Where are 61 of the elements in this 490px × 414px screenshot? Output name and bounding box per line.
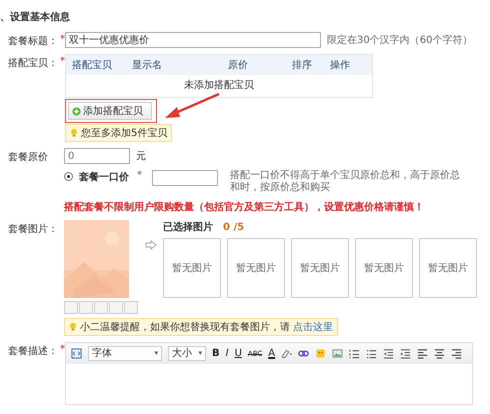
outdent-icon[interactable]	[383, 348, 394, 359]
text-color-button[interactable]: A	[268, 348, 276, 359]
italic-button[interactable]: I	[226, 348, 229, 359]
section-title: 、设置基本信息	[0, 10, 71, 24]
image-icon[interactable]	[332, 348, 344, 359]
image-slot[interactable]: 暂无图片	[291, 238, 349, 298]
image-slot[interactable]: 暂无图片	[355, 238, 413, 298]
emoji-icon[interactable]	[315, 348, 326, 359]
bold-button[interactable]: B	[212, 348, 220, 359]
align-center-icon[interactable]	[434, 348, 446, 359]
field-label: 套餐图片：	[8, 222, 58, 236]
tip-text: 小二温馨提醒，如果你想替换现有套餐图片，请 点击这里	[80, 320, 334, 334]
hint-text: 搭配一口价不得高于单个宝贝原价总和，高于原价总和时，按原价总和购买	[230, 170, 461, 194]
warning-text: 搭配套餐不限制用户限购数量（包括官方及第三方工具），设置优惠价格请谨慎！	[64, 200, 424, 214]
highlighter-icon[interactable]	[281, 348, 292, 359]
empty-text: 未添加搭配宝贝	[184, 80, 254, 91]
hint-text: 限定在30个汉字内（60个字符）	[327, 34, 472, 47]
align-right-icon[interactable]	[451, 348, 462, 359]
column-header: 操作	[330, 59, 350, 72]
arrow-icon	[145, 240, 157, 250]
column-header: 显示名	[132, 59, 163, 72]
field-label: 套餐一口价	[79, 170, 129, 184]
column-header: 排序	[292, 58, 313, 72]
title-field[interactable]: 双十一优惠优惠价	[65, 32, 321, 48]
tip-text: 您至多添加5件宝贝	[81, 126, 168, 140]
add-product-button[interactable]: 添加搭配宝贝	[68, 102, 152, 120]
align-left-icon[interactable]	[417, 348, 428, 359]
plus-icon	[72, 106, 81, 116]
radio-button[interactable]	[64, 172, 73, 181]
image-slot[interactable]: 暂无图片	[163, 238, 221, 298]
source-code-icon[interactable]	[71, 348, 82, 359]
field-label: 套餐标题：	[8, 34, 58, 48]
unit-text: 元	[136, 150, 146, 163]
thumbnail-slot[interactable]	[124, 301, 138, 314]
field-label: 搭配宝贝：	[8, 56, 58, 70]
underline-button[interactable]: U	[234, 348, 242, 359]
required-mark: *	[60, 344, 65, 355]
price-field[interactable]: 0	[64, 148, 130, 164]
required-mark: *	[60, 34, 65, 45]
lightbulb-icon	[69, 322, 77, 332]
column-header: 原价	[228, 59, 249, 72]
column-header: 搭配宝贝	[72, 58, 113, 72]
click-here-link[interactable]: 点击这里	[293, 322, 334, 333]
required-mark: *	[137, 170, 142, 181]
field-label: 套餐原价	[8, 150, 49, 164]
thumbnail-slot[interactable]	[79, 301, 93, 314]
image-slot[interactable]: 暂无图片	[227, 238, 285, 298]
thumbnail-slot[interactable]	[64, 301, 78, 314]
thumbnail-slot[interactable]	[109, 301, 123, 314]
image-slot[interactable]: 暂无图片	[419, 238, 477, 298]
selected-images-label: 已选择图片	[163, 220, 213, 234]
thumbnail-slot[interactable]	[94, 301, 108, 314]
lightbulb-icon	[70, 128, 78, 138]
image-count: 0 /5	[223, 222, 244, 232]
bullet-list-icon[interactable]	[366, 348, 378, 359]
link-icon[interactable]	[298, 348, 310, 359]
numbered-list-icon[interactable]	[349, 348, 360, 359]
fixed-price-field[interactable]	[152, 170, 218, 186]
required-mark: *	[60, 56, 65, 67]
indent-icon[interactable]	[400, 348, 412, 359]
field-label: 套餐描述：	[8, 344, 58, 358]
